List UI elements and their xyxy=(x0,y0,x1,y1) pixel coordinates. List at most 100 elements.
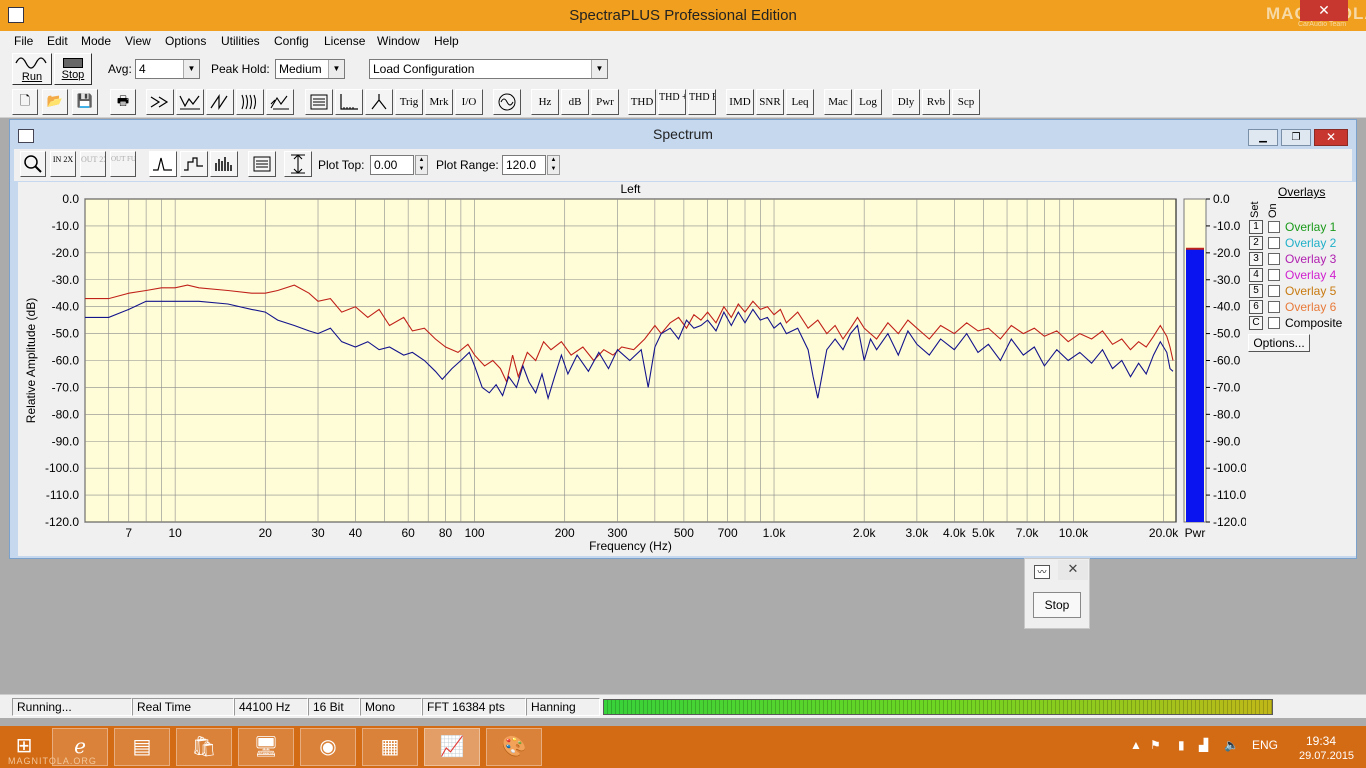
scp-button[interactable]: Scp xyxy=(952,89,980,115)
peak-hold-select[interactable]: Medium ▼ xyxy=(275,59,345,79)
overlay-set-button[interactable]: 1 xyxy=(1249,220,1263,234)
floating-close-button[interactable]: ✕ xyxy=(1058,560,1088,580)
menu-mode[interactable]: Mode xyxy=(81,34,111,48)
waterfall-icon[interactable] xyxy=(236,89,264,115)
overlay-on-checkbox[interactable] xyxy=(1268,221,1280,233)
line-plot-icon[interactable] xyxy=(149,151,177,177)
overlay-set-button[interactable]: C xyxy=(1249,316,1263,330)
overlay-on-checkbox[interactable] xyxy=(1268,285,1280,297)
leq-button[interactable]: Leq xyxy=(786,89,814,115)
dly-button[interactable]: Dly xyxy=(892,89,920,115)
store-icon[interactable]: 🛍 xyxy=(176,728,232,766)
spinner-arrows-icon[interactable]: ▲ ▼ xyxy=(415,155,428,175)
overlay-on-checkbox[interactable] xyxy=(1268,317,1280,329)
spectrum-chart[interactable]: 0.0 -10.0 -20.0 -30.0 -40.0 -50.0 -60.0 -70.0 -8… xyxy=(18,182,1246,556)
paint-app-icon[interactable]: 🎨 xyxy=(486,728,542,766)
db-button[interactable]: dB xyxy=(561,89,589,115)
run-button[interactable]: Run xyxy=(12,53,52,85)
imd-button[interactable]: IMD xyxy=(726,89,754,115)
plot-range-input[interactable]: 120.0 ▲ ▼ xyxy=(502,155,560,175)
overlay-on-checkbox[interactable] xyxy=(1268,237,1280,249)
menu-view[interactable]: View xyxy=(125,34,151,48)
overlay-on-checkbox[interactable] xyxy=(1268,253,1280,265)
snr-button[interactable]: SNR xyxy=(756,89,784,115)
hz-button[interactable]: Hz xyxy=(531,89,559,115)
properties-icon[interactable] xyxy=(248,151,276,177)
overlay-set-button[interactable]: 6 xyxy=(1249,300,1263,314)
spectraplus-taskbar-icon[interactable]: 📈 xyxy=(424,728,480,766)
thd-freq-button[interactable]: THD Freq xyxy=(688,89,716,115)
zoom-icon[interactable] xyxy=(20,151,46,177)
mac-button[interactable]: Mac xyxy=(824,89,852,115)
vertical-scale-icon[interactable] xyxy=(284,151,312,177)
bar-plot-icon[interactable] xyxy=(210,151,238,177)
io-button[interactable]: I/O xyxy=(455,89,483,115)
zoom-out-full-button[interactable]: OUT FULL xyxy=(110,151,136,177)
trig-button[interactable]: Trig xyxy=(395,89,423,115)
menu-config[interactable]: Config xyxy=(274,34,309,48)
thd-n-button[interactable]: THD +N xyxy=(658,89,686,115)
restore-button[interactable]: ❐ xyxy=(1281,129,1311,146)
chevron-down-icon[interactable]: ▼ xyxy=(591,60,607,78)
new-file-icon[interactable]: 🗋 xyxy=(12,89,38,115)
app-close-button[interactable]: ✕ xyxy=(1300,0,1348,21)
tray-expand-icon[interactable]: ▲ xyxy=(1130,738,1142,752)
menu-edit[interactable]: Edit xyxy=(47,34,68,48)
menu-window[interactable]: Window xyxy=(377,34,420,48)
mrk-button[interactable]: Mrk xyxy=(425,89,453,115)
battery-icon[interactable]: ▮ xyxy=(1178,738,1185,752)
ramp-icon[interactable] xyxy=(206,89,234,115)
overlay-set-button[interactable]: 4 xyxy=(1249,268,1263,282)
menu-help[interactable]: Help xyxy=(434,34,459,48)
y-tick-label: 0.0 xyxy=(62,192,79,206)
spectrum-close-button[interactable]: ✕ xyxy=(1314,129,1348,146)
pwr-scale-label: -90.0 xyxy=(1213,434,1241,448)
3d-surface-icon[interactable] xyxy=(266,89,294,115)
menu-file[interactable]: File xyxy=(14,34,33,48)
menu-options[interactable]: Options xyxy=(165,34,206,48)
generator-icon[interactable] xyxy=(365,89,393,115)
volume-icon[interactable]: 🔈 xyxy=(1224,738,1239,752)
save-icon[interactable]: 💾 xyxy=(72,89,98,115)
thd-button[interactable]: THD xyxy=(628,89,656,115)
zoom-in-2x-button[interactable]: IN 2X xyxy=(50,151,76,177)
overlay-on-checkbox[interactable] xyxy=(1268,269,1280,281)
menu-license[interactable]: License xyxy=(324,34,365,48)
step-plot-icon[interactable] xyxy=(180,151,208,177)
menu-utilities[interactable]: Utilities xyxy=(221,34,260,48)
language-indicator[interactable]: ENG xyxy=(1252,738,1278,752)
stop-button[interactable]: Stop xyxy=(54,53,92,85)
pwr-button[interactable]: Pwr xyxy=(591,89,619,115)
axis-icon[interactable] xyxy=(335,89,363,115)
spectrum-analyze-icon[interactable] xyxy=(176,89,204,115)
control-panel-icon[interactable]: 🖥 xyxy=(238,728,294,766)
network-signal-icon[interactable]: ▟ xyxy=(1199,738,1208,752)
avg-select[interactable]: 4 ▼ xyxy=(135,59,200,79)
minimize-button[interactable]: ▁ xyxy=(1248,129,1278,146)
log-button[interactable]: Log xyxy=(854,89,882,115)
chevron-down-icon[interactable]: ▼ xyxy=(183,60,199,78)
fast-forward-icon[interactable] xyxy=(146,89,174,115)
overlay-set-button[interactable]: 5 xyxy=(1249,284,1263,298)
file-explorer-icon[interactable]: ▤ xyxy=(114,728,170,766)
overlay-set-button[interactable]: 3 xyxy=(1249,252,1263,266)
load-configuration-select[interactable]: Load Configuration ▼ xyxy=(369,59,608,79)
action-center-flag-icon[interactable]: ⚑ xyxy=(1150,738,1161,752)
spinner-arrows-icon[interactable]: ▲ ▼ xyxy=(547,155,560,175)
print-icon[interactable]: 🖶 xyxy=(110,89,136,115)
office-app-icon[interactable]: ▦ xyxy=(362,728,418,766)
overlay-on-checkbox[interactable] xyxy=(1268,301,1280,313)
rvb-button[interactable]: Rvb xyxy=(922,89,950,115)
signal-icon[interactable] xyxy=(493,89,521,115)
clock-date[interactable]: 29.07.2015 xyxy=(1299,750,1354,762)
zoom-out-2x-button[interactable]: OUT 2X xyxy=(80,151,106,177)
settings-panel-icon[interactable] xyxy=(305,89,333,115)
overlay-options-button[interactable]: Options... xyxy=(1248,334,1310,352)
open-folder-icon[interactable]: 📂 xyxy=(42,89,68,115)
overlay-set-button[interactable]: 2 xyxy=(1249,236,1263,250)
chevron-down-icon[interactable]: ▼ xyxy=(328,60,344,78)
dsp-app-icon[interactable]: ◉ xyxy=(300,728,356,766)
floating-stop-button[interactable]: Stop xyxy=(1033,592,1081,618)
clock-time[interactable]: 19:34 xyxy=(1306,734,1336,748)
plot-top-input[interactable]: 0.00 ▲ ▼ xyxy=(370,155,428,175)
